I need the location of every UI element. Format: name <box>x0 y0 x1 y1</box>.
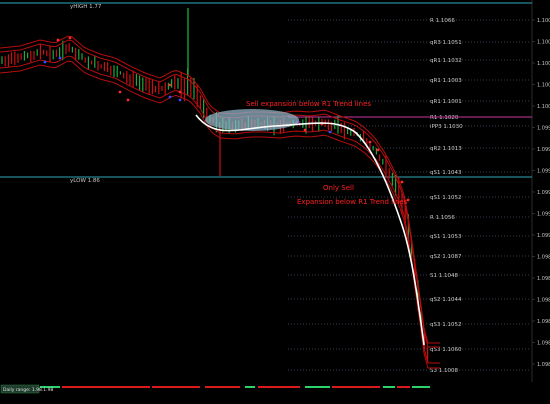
sell-marker <box>168 83 172 87</box>
price-tick-label: 1.0986 <box>537 276 550 282</box>
annotation-only-sell: Only Sell <box>323 184 354 192</box>
level-label: S3 1.1008 <box>430 368 458 374</box>
annotation-expansion-below: Expansion below R1 Trend lines <box>297 198 408 206</box>
level-label: qR1 1.1032 <box>430 58 462 64</box>
signal-segment <box>305 386 330 388</box>
price-tick-label: 1.0988 <box>537 255 550 261</box>
level-label: R 1.1056 <box>430 215 455 221</box>
sell-marker <box>400 180 404 184</box>
signal-segment <box>152 386 200 388</box>
signal-segment <box>205 386 240 388</box>
signal-segment <box>258 386 300 388</box>
signal-segment <box>383 386 395 388</box>
ylow-label: yLOW 1.86 <box>70 178 100 184</box>
sell-marker <box>118 90 122 94</box>
level-label: qS2 1.1044 <box>430 297 462 303</box>
signal-bar-strip <box>40 386 430 388</box>
sell-marker <box>376 148 380 152</box>
signal-segment <box>245 386 255 388</box>
yhigh-label: yHIGH 1.77 <box>70 4 102 10</box>
level-label: qS1 1.1053 <box>430 234 462 240</box>
sell-marker <box>68 36 72 40</box>
level-label: qS1 1.1052 <box>430 195 461 201</box>
signal-segment <box>332 386 380 388</box>
level-label: qR3 1.1051 <box>430 40 462 46</box>
signal-segment <box>412 386 430 388</box>
price-tick-label: 1.0980 <box>537 362 550 368</box>
level-label: qS3 1.1060 <box>430 347 462 353</box>
level-label: qR2 1.1013 <box>430 146 462 152</box>
price-tick-label: 1.0981 <box>537 341 550 347</box>
price-tick-label: 1.0985 <box>537 298 550 304</box>
chart-canvas: 1.1006 1.1005 1.1003 1.1001 1.1000 1.0998 1.09… <box>0 0 550 400</box>
price-tick-label: 1.0995 <box>537 169 550 175</box>
level-label: qS3 1.1052 <box>430 322 461 328</box>
price-tick-label: 1.0993 <box>537 190 550 196</box>
level-label: qS1 1.1043 <box>430 170 462 176</box>
level-label: R 1.1066 <box>430 18 455 24</box>
level-label: R1 1.1020 <box>430 115 459 121</box>
buy-marker <box>43 60 47 64</box>
price-tick-label: 1.1006 <box>537 18 550 24</box>
level-label: qR1 1.1001 <box>430 99 462 105</box>
annotation-sell-expansion: Sell expansion below R1 Trend lines <box>246 100 371 108</box>
level-label: S1 1.1048 <box>430 273 458 279</box>
price-chart[interactable]: 1.1006 1.1005 1.1003 1.1001 1.1000 1.0998 1.09… <box>0 0 550 400</box>
time-label: Daily range: 1.98.1.98 <box>3 387 53 393</box>
level-label: qR1 1.1003 <box>430 78 462 84</box>
price-tick-label: 1.0991 <box>537 212 550 218</box>
level-label: qS2 1.1087 <box>430 254 462 260</box>
price-tick-label: 1.0996 <box>537 147 550 153</box>
chart-background <box>0 0 550 400</box>
signal-segment <box>397 386 410 388</box>
level-label: iPP3 1.1030 <box>430 124 463 130</box>
price-tick-label: 1.0990 <box>537 233 550 239</box>
sell-marker <box>303 128 307 132</box>
sell-marker <box>368 140 372 144</box>
buy-marker <box>328 130 332 134</box>
price-tick-label: 1.1001 <box>537 83 550 89</box>
sell-marker <box>126 98 130 102</box>
buy-marker <box>178 98 182 102</box>
price-tick-label: 1.0998 <box>537 126 550 132</box>
price-tick-label: 1.1005 <box>537 40 550 46</box>
sell-marker <box>178 90 182 94</box>
signal-segment <box>62 386 150 388</box>
buy-marker <box>58 56 62 60</box>
sell-marker <box>56 38 60 42</box>
time-strip <box>0 382 550 400</box>
price-tick-label: 1.1000 <box>537 104 550 110</box>
price-tick-label: 1.1003 <box>537 61 550 67</box>
price-tick-label: 1.0983 <box>537 319 550 325</box>
buy-marker <box>168 95 172 99</box>
